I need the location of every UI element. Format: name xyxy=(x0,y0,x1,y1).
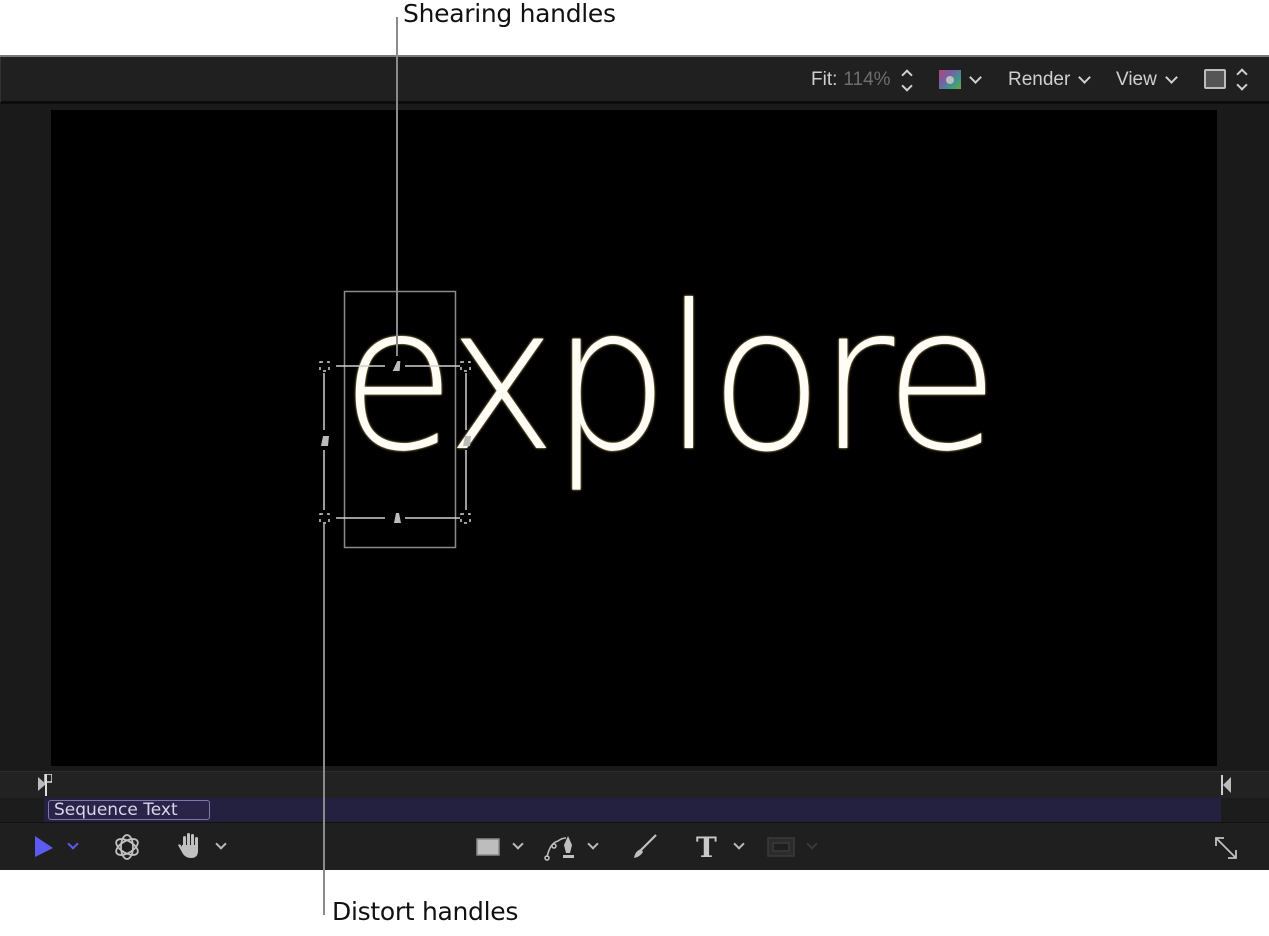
orbit-icon xyxy=(115,834,139,860)
select-tool-button[interactable] xyxy=(35,836,55,863)
3d-transform-tool-button[interactable] xyxy=(113,833,141,866)
canvas-toolbar: Fit: 114% Render View xyxy=(0,57,1269,104)
paint-stroke-tool-button[interactable] xyxy=(632,833,658,864)
fit-value: 114% xyxy=(843,69,891,90)
glyph-bounding-box xyxy=(343,290,457,549)
view-label: View xyxy=(1116,69,1157,90)
mini-timeline[interactable] xyxy=(0,771,1269,799)
distort-callout-line xyxy=(323,524,325,915)
shearing-handles-callout: Shearing handles xyxy=(403,0,616,28)
distort-handles-callout: Distort handles xyxy=(332,897,519,926)
render-label: Render xyxy=(1008,69,1071,90)
select-arrow-icon xyxy=(35,836,53,857)
canvas-area: explore xyxy=(0,104,1269,771)
expand-arrows-icon xyxy=(1215,837,1237,859)
stepper-icon xyxy=(1236,67,1248,91)
view-layout-icon xyxy=(1204,69,1226,89)
chevron-down-icon xyxy=(1078,71,1092,84)
fullscreen-button[interactable] xyxy=(1213,835,1239,866)
stepper-icon xyxy=(900,68,913,92)
fit-zoom-control[interactable]: Fit: 114% xyxy=(811,68,913,92)
shearing-callout-line xyxy=(396,17,398,356)
text-t-icon: T xyxy=(696,831,717,864)
view-layout-menu[interactable] xyxy=(1204,67,1248,91)
brush-icon xyxy=(634,834,657,858)
pen-icon xyxy=(544,836,574,861)
hand-icon xyxy=(178,833,198,858)
sequence-text-layer-bar[interactable]: Sequence Text xyxy=(44,798,1221,822)
play-range-out-marker[interactable] xyxy=(1221,775,1233,800)
chevron-down-icon[interactable] xyxy=(587,838,599,850)
tools-toolbar: T xyxy=(0,823,1269,870)
view-menu[interactable]: View xyxy=(1116,69,1178,91)
mask-icon xyxy=(767,837,795,857)
chevron-down-icon[interactable] xyxy=(512,838,524,850)
color-channels-menu[interactable] xyxy=(939,70,982,89)
fit-label: Fit: xyxy=(811,69,838,90)
rectangle-tool-button[interactable] xyxy=(476,838,500,861)
canvas-viewport[interactable]: explore xyxy=(51,110,1217,766)
chevron-down-icon xyxy=(806,838,818,850)
bezier-tool-button[interactable] xyxy=(544,833,576,866)
canvas-window: Fit: 114% Render View explore Sequence T… xyxy=(0,55,1269,870)
distort-handle-top-right xyxy=(460,361,471,372)
sequence-text-label: Sequence Text xyxy=(48,800,210,820)
distort-handle-top-left xyxy=(319,361,330,372)
handles-overlay xyxy=(319,290,471,549)
timeline-track: Sequence Text xyxy=(0,798,1269,823)
distort-handle-bottom-right xyxy=(460,513,471,524)
distort-handle-bottom-left xyxy=(319,513,330,524)
pan-tool-button[interactable] xyxy=(178,833,202,864)
shear-handle-left xyxy=(321,436,329,446)
shear-handle-right xyxy=(463,436,471,446)
chevron-down-icon[interactable] xyxy=(67,838,79,850)
color-channels-icon xyxy=(939,70,961,89)
chevron-down-icon[interactable] xyxy=(733,838,745,850)
mask-tool-button[interactable] xyxy=(767,837,795,862)
shear-handle-top xyxy=(392,361,401,371)
shear-handle-bottom xyxy=(394,513,401,523)
chevron-down-icon xyxy=(969,70,982,84)
play-range-in-marker[interactable] xyxy=(38,773,53,801)
chevron-down-icon[interactable] xyxy=(215,838,227,850)
text-tool-button[interactable]: T xyxy=(696,831,717,864)
chevron-down-icon xyxy=(1164,71,1178,84)
rectangle-icon xyxy=(476,838,500,856)
render-menu[interactable]: Render xyxy=(1008,69,1092,91)
